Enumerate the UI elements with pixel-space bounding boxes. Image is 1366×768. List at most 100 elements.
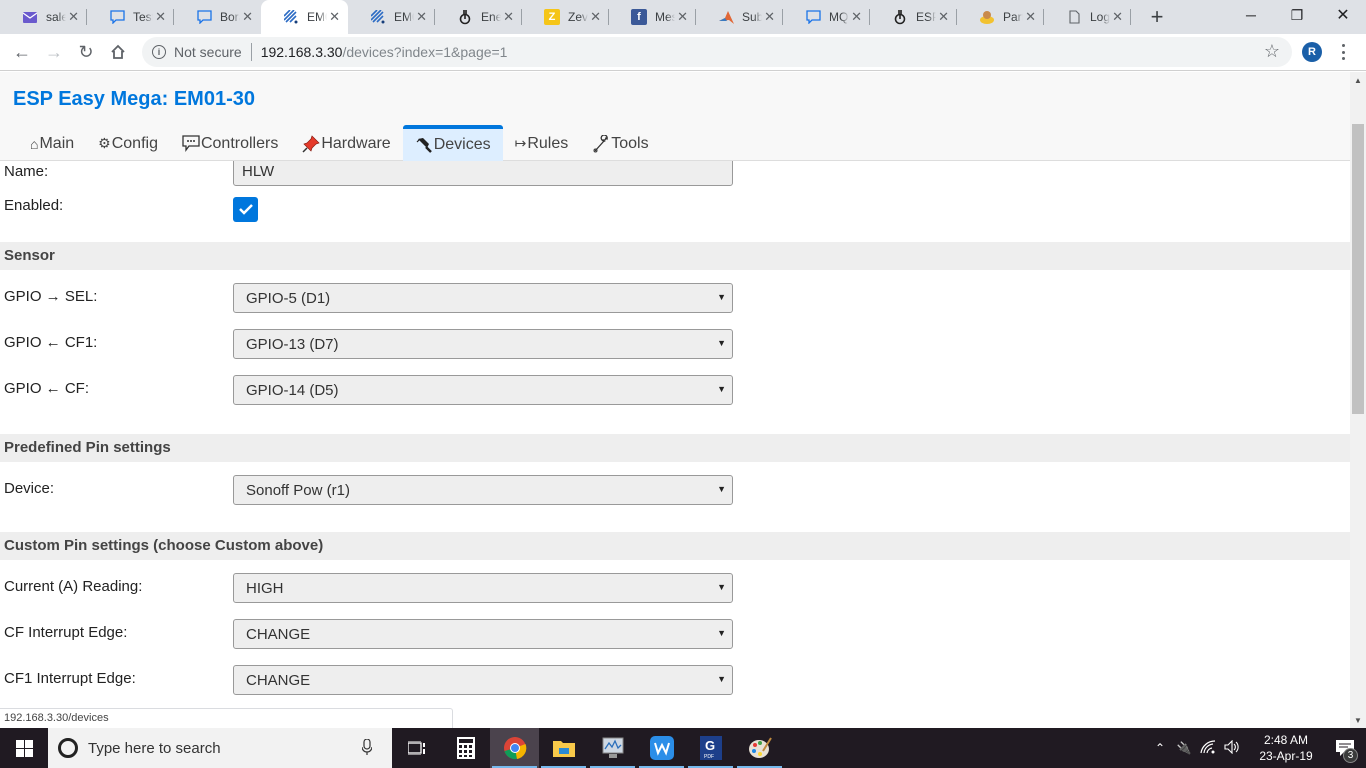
cf1-edge-select[interactable]: CHANGE ▼ [233, 665, 733, 695]
close-tab-icon[interactable]: ✕ [1112, 9, 1123, 25]
close-window-button[interactable]: ✕ [1320, 0, 1366, 30]
task-view-button[interactable] [392, 728, 441, 768]
browser-tab[interactable]: ESP ✕ [870, 0, 957, 34]
reload-button[interactable]: ↻ [70, 36, 102, 68]
gear-icon: ⚙ [98, 135, 111, 151]
new-tab-button[interactable]: + [1137, 0, 1177, 34]
browser-tab[interactable]: MQT ✕ [783, 0, 870, 34]
esp-easy-icon [370, 9, 386, 25]
taskbar-file-explorer[interactable] [539, 728, 588, 768]
info-icon[interactable]: i [152, 45, 166, 59]
form-row-cf-edge: CF Interrupt Edge: CHANGE ▼ [0, 606, 1350, 652]
form-row-gpio-cf1: GPIO ← CF1: GPIO-13 (D7) ▼ [0, 316, 1350, 362]
browser-tab[interactable]: Part ✕ [957, 0, 1044, 34]
volume-icon[interactable] [1220, 739, 1244, 757]
power-icon [457, 9, 473, 25]
close-tab-icon[interactable]: ✕ [503, 9, 514, 25]
browser-tab[interactable]: Bora ✕ [174, 0, 261, 34]
section-header: Sensor [4, 247, 55, 264]
menu-devices[interactable]: Devices [402, 125, 503, 161]
wifi-icon[interactable] [1196, 739, 1220, 757]
menu-label: Rules [527, 134, 569, 152]
tab-title: Subs [742, 10, 763, 24]
chat-icon [805, 9, 821, 25]
browser-menu-button[interactable] [1341, 44, 1345, 60]
wrench-icon [592, 134, 610, 153]
clock-date: 23-Apr-19 [1259, 749, 1313, 763]
back-button[interactable]: ← [6, 36, 38, 68]
browser-tab[interactable]: Z Zeve ✕ [522, 0, 609, 34]
avatar-icon [979, 9, 995, 25]
menu-rules[interactable]: ↦ Rules [503, 126, 581, 161]
browser-tab[interactable]: Test- ✕ [87, 0, 174, 34]
taskbar-chrome[interactable] [490, 728, 539, 768]
close-tab-icon[interactable]: ✕ [677, 9, 688, 25]
close-tab-icon[interactable]: ✕ [242, 9, 253, 25]
microphone-icon[interactable] [361, 738, 373, 759]
close-tab-icon[interactable]: ✕ [329, 9, 340, 25]
close-tab-icon[interactable]: ✕ [851, 9, 862, 25]
close-tab-icon[interactable]: ✕ [155, 9, 166, 25]
taskbar-resource-monitor[interactable] [588, 728, 637, 768]
section-sensor: Sensor [0, 242, 1350, 270]
browser-tab-active[interactable]: EM0 ✕ [261, 0, 348, 34]
clock-time: 2:48 AM [1263, 733, 1309, 747]
close-tab-icon[interactable]: ✕ [1025, 9, 1036, 25]
tab-title: EM0 [307, 10, 327, 24]
close-tab-icon[interactable]: ✕ [416, 9, 427, 25]
close-tab-icon[interactable]: ✕ [764, 9, 775, 25]
browser-tab[interactable]: EM0 ✕ [348, 0, 435, 34]
current-reading-select[interactable]: HIGH ▼ [233, 573, 733, 603]
restore-button[interactable]: ❐ [1274, 0, 1320, 30]
scroll-down-arrow-icon[interactable]: ▼ [1350, 712, 1366, 728]
menu-controllers[interactable]: Controllers [170, 126, 290, 161]
taskbar-clock[interactable]: 2:48 AM 23-Apr-19 [1248, 732, 1324, 764]
browser-tab[interactable]: sales ✕ [0, 0, 87, 34]
taskbar-wps-writer[interactable] [637, 728, 686, 768]
home-button[interactable] [102, 36, 134, 68]
chat-icon [109, 9, 125, 25]
menu-main[interactable]: ⌂ Main [18, 126, 86, 161]
windows-logo-icon [15, 739, 33, 757]
close-tab-icon[interactable]: ✕ [938, 9, 949, 25]
browser-tab[interactable]: f Mes ✕ [609, 0, 696, 34]
enabled-checkbox[interactable] [233, 197, 258, 222]
menu-config[interactable]: ⚙ Config [86, 126, 170, 161]
profile-avatar[interactable]: R [1302, 42, 1322, 62]
gpio-cf1-select[interactable]: GPIO-13 (D7) ▼ [233, 329, 733, 359]
page-scrollbar[interactable]: ▲ ▼ [1350, 72, 1366, 728]
close-tab-icon[interactable]: ✕ [68, 9, 79, 25]
browser-tab[interactable]: Subs ✕ [696, 0, 783, 34]
gpio-sel-select[interactable]: GPIO-5 (D1) ▼ [233, 283, 733, 313]
bookmark-star-icon[interactable]: ☆ [1264, 41, 1280, 62]
browser-tab[interactable]: Logs ✕ [1044, 0, 1131, 34]
show-hidden-icons-chevron-icon[interactable]: ⌃ [1148, 741, 1172, 755]
battery-icon[interactable]: 🔌 [1172, 741, 1196, 755]
forward-button[interactable]: → [38, 36, 70, 68]
address-bar[interactable]: i Not secure 192.168.3.30 /devices?index… [142, 37, 1292, 67]
paint-palette-icon [748, 737, 772, 758]
scrollbar-thumb[interactable] [1352, 124, 1364, 414]
close-tab-icon[interactable]: ✕ [590, 9, 601, 25]
gpio-cf-select[interactable]: GPIO-14 (D5) ▼ [233, 375, 733, 405]
cf-edge-select[interactable]: CHANGE ▼ [233, 619, 733, 649]
power-icon [892, 9, 908, 25]
dropdown-arrow-icon: ▼ [717, 384, 726, 394]
taskbar-paint[interactable] [735, 728, 784, 768]
menu-tools[interactable]: Tools [580, 126, 660, 161]
scroll-up-arrow-icon[interactable]: ▲ [1350, 72, 1366, 88]
browser-tab[interactable]: Ener ✕ [435, 0, 522, 34]
taskbar-search-box[interactable]: Type here to search [48, 728, 392, 768]
taskbar-calculator[interactable] [441, 728, 490, 768]
dropdown-arrow-icon: ▼ [717, 338, 726, 348]
page-viewport: ESP Easy Mega: EM01-30 ⌂ Main ⚙ Config Con… [0, 72, 1350, 728]
browser-tab-strip: sales ✕ Test- ✕ Bora ✕ EM0 ✕ EM0 ✕ Ener … [0, 0, 1366, 34]
device-form: Name: HLW Enabled: Sensor GPIO → SEL: GP… [0, 156, 1350, 698]
menu-hardware[interactable]: Hardware [290, 126, 402, 161]
start-button[interactable] [0, 728, 48, 768]
minimize-button[interactable]: ─ [1228, 0, 1274, 30]
action-center-button[interactable]: 3 [1324, 728, 1366, 768]
esp-easy-icon [283, 9, 299, 25]
device-select[interactable]: Sonoff Pow (r1) ▼ [233, 475, 733, 505]
taskbar-pdf-app[interactable]: G PDF [686, 728, 735, 768]
